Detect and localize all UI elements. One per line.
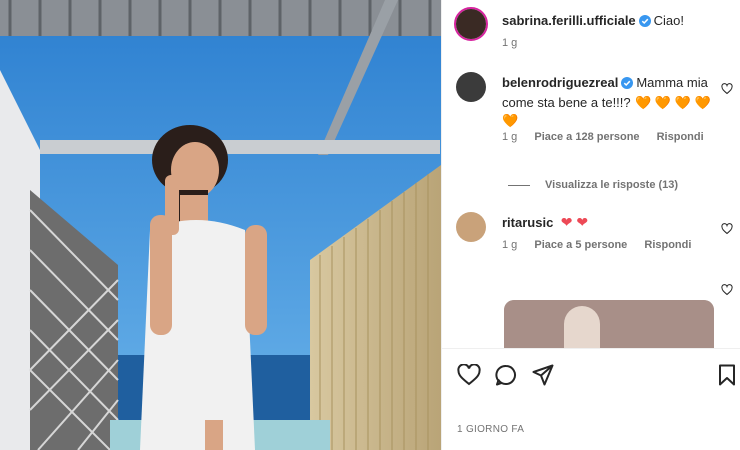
comment-text-line2: come sta bene a te!!!?	[502, 95, 631, 110]
commenter-avatar[interactable]	[456, 212, 486, 242]
view-replies-button[interactable]: Visualizza le risposte (13)	[545, 179, 678, 191]
comment-image[interactable]	[504, 300, 714, 348]
actions-divider	[442, 348, 740, 349]
comment-icon[interactable]	[495, 364, 517, 386]
reply-button[interactable]: Rispondi	[644, 239, 691, 251]
heart-icon[interactable]	[457, 364, 481, 386]
comment-text: Mamma mia	[636, 75, 708, 90]
commenter-username[interactable]: ritarusic	[502, 215, 553, 230]
red-heart-emojis: ❤ ❤	[560, 214, 589, 230]
author-avatar[interactable]	[454, 7, 488, 41]
bookmark-icon[interactable]	[718, 364, 736, 386]
replies-divider	[508, 185, 530, 186]
reply-button[interactable]: Rispondi	[657, 131, 704, 143]
commenter-avatar[interactable]	[456, 72, 486, 102]
post-timestamp: 1 GIORNO FA	[457, 424, 525, 435]
share-icon[interactable]	[532, 364, 554, 386]
comment-like-icon[interactable]	[721, 82, 733, 95]
comment-like-icon[interactable]	[721, 283, 733, 296]
caption-age: 1 g	[502, 37, 518, 49]
comment-body: ritarusic ❤ ❤	[502, 214, 588, 232]
post-photo[interactable]	[0, 0, 441, 450]
comment-body: belenrodriguezreal Mamma mia come sta ben…	[502, 74, 727, 130]
orange-heart-emoji: 🧡	[502, 113, 519, 128]
comment-meta: 1 g Piace a 5 persone Rispondi	[502, 239, 691, 251]
comment-age: 1 g	[502, 239, 518, 251]
verified-badge-icon	[638, 14, 651, 32]
caption-row: sabrina.ferilli.ufficiale Ciao!	[502, 12, 684, 32]
orange-heart-emojis: 🧡 🧡 🧡 🧡	[635, 95, 711, 110]
verified-badge-icon	[621, 76, 634, 94]
comment-meta: 1 g Piace a 128 persone Rispondi	[502, 131, 704, 143]
comment-age: 1 g	[502, 131, 518, 143]
comment-likes[interactable]: Piace a 5 persone	[534, 239, 627, 251]
post-image	[0, 0, 441, 450]
comment-likes[interactable]: Piace a 128 persone	[534, 131, 639, 143]
commenter-username[interactable]: belenrodriguezreal	[502, 75, 618, 90]
caption-text: Ciao!	[653, 13, 685, 28]
comments-panel: sabrina.ferilli.ufficiale Ciao! 1 g belen…	[441, 0, 740, 450]
author-username[interactable]: sabrina.ferilli.ufficiale	[502, 13, 636, 28]
comment-like-icon[interactable]	[721, 222, 733, 235]
